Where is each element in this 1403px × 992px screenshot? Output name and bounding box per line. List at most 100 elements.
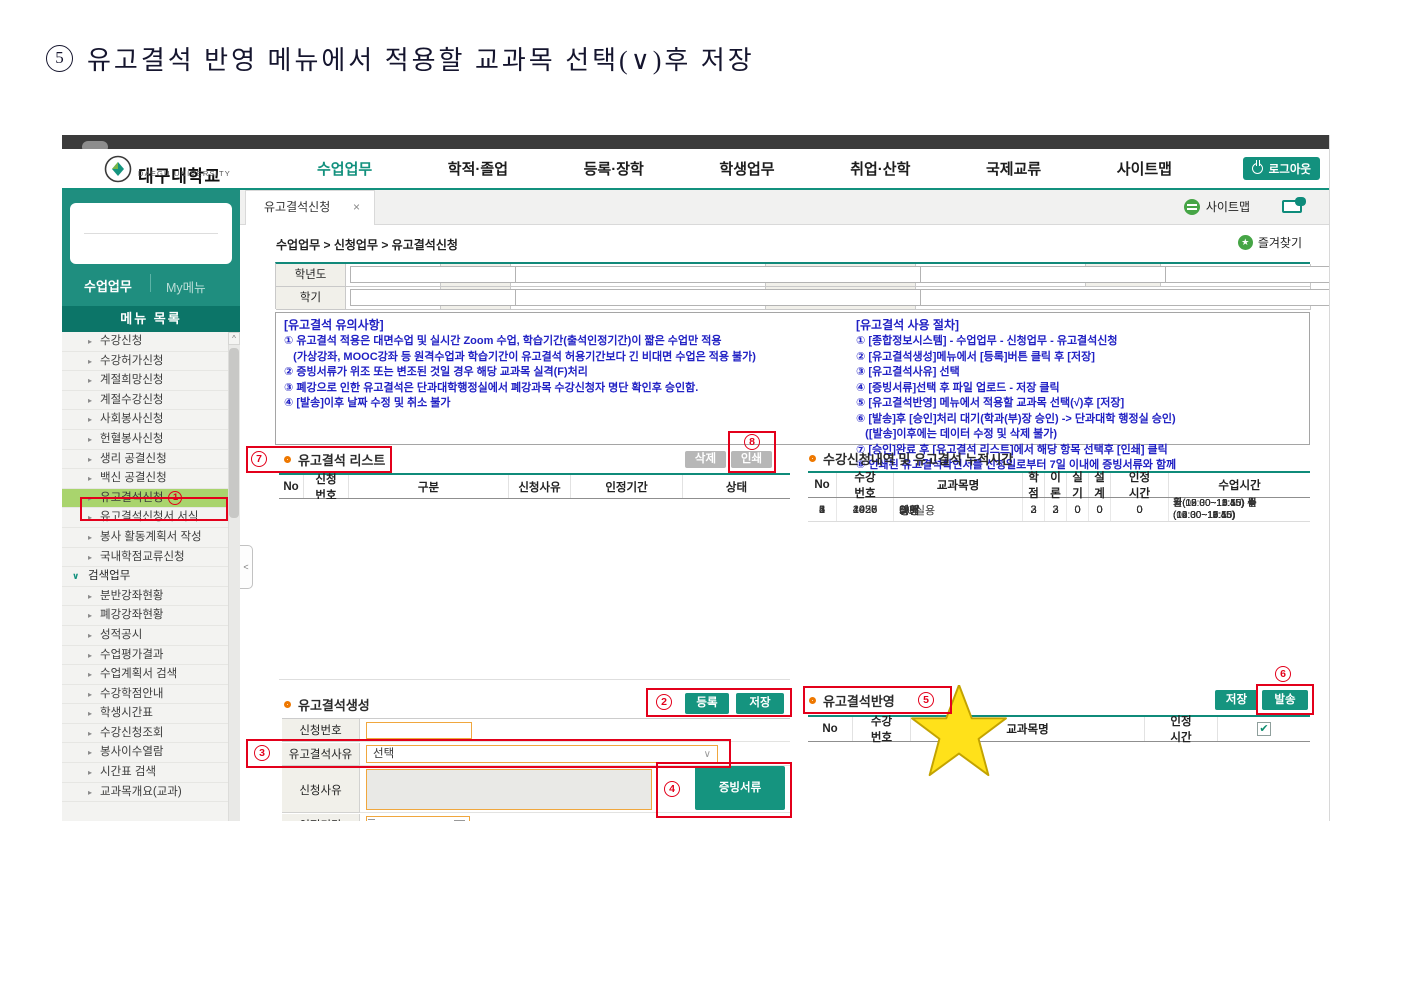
nav-item[interactable]: 국제교류 xyxy=(986,158,1041,179)
evidence-button[interactable]: 증빙서류 xyxy=(695,766,785,810)
sidebar-item[interactable]: ▸ 유고결석신청서 서식 xyxy=(62,508,228,528)
major-input[interactable] xyxy=(920,289,1329,306)
sidebar-item[interactable]: ▸ 봉사이수열람 xyxy=(62,743,228,764)
sidebar-item[interactable]: ▸ 국내학점교류신청 xyxy=(62,548,228,568)
sidebar-item[interactable]: ▸ 백신 공결신청 xyxy=(62,469,228,489)
notice-line: (가상강좌, MOOC강좌 등 원격수업과 학습기간이 유고결석 허용기간보다 … xyxy=(284,350,756,363)
field-name xyxy=(916,264,1329,287)
table-cell: 3 xyxy=(1022,498,1044,522)
sidebar-item-label: 수강허가신청 xyxy=(100,354,164,367)
select-all-checkbox[interactable]: ✔ xyxy=(1257,722,1271,736)
sidebar-item[interactable]: ▸ 계절수강신청 xyxy=(62,391,228,411)
sidebar-item-label: 수강학점안내 xyxy=(100,687,164,700)
nav-item[interactable]: 학생업무 xyxy=(719,158,774,179)
annotation-number-2: 2 xyxy=(656,694,672,710)
sidebar-item[interactable] xyxy=(62,802,228,821)
sidebar-item-label: 국내학점교류신청 xyxy=(100,550,185,563)
sidebar-item[interactable]: ▸ 수강신청조회 xyxy=(62,724,228,744)
nav-item[interactable]: 수업업무 xyxy=(317,158,372,179)
field-major xyxy=(916,287,1329,310)
popup-window-icon[interactable] xyxy=(1282,197,1306,213)
menu-arrow-icon: ▸ xyxy=(88,434,93,444)
sidebar-item[interactable]: ▸ 수강학점안내 xyxy=(62,685,228,705)
sidebar-item[interactable]: ▸ 수업계획서 검색 xyxy=(62,665,228,685)
sidebar-item[interactable]: ▸ 수업평가결과 xyxy=(62,646,228,666)
breadcrumb: 수업업무 > 신청업무 > 유고결석신청 xyxy=(276,238,458,252)
notice-left-title: [유고결석 유의사항] xyxy=(284,318,384,332)
menu-arrow-icon: ▸ xyxy=(88,787,93,797)
site-header: 대구대학교 DAEGU UNIVERSITY 수업업무 학적·졸업 등록·장학 학생업… xyxy=(62,149,1329,188)
sidebar-item-label: 수업평가결과 xyxy=(100,648,164,661)
absence-list-title: 유고결석 리스트 xyxy=(284,450,385,469)
sidebar-item[interactable]: ▸ 교과목개요(교과) xyxy=(62,783,228,803)
reason-type-value: 선택 xyxy=(373,748,395,760)
favorite-star-icon: ★ xyxy=(1237,235,1253,250)
scroll-up-arrow[interactable]: ^ xyxy=(228,332,240,345)
menu-arrow-icon: ▸ xyxy=(88,376,93,386)
sidebar-item[interactable]: ▸ 유고결석신청 1 xyxy=(62,488,228,509)
sidebar-item[interactable]: ▸ 폐강강좌현황 xyxy=(62,606,228,626)
sidebar-item[interactable]: ▸ 헌혈봉사신청 xyxy=(62,430,228,450)
nav-item[interactable]: 사이트맵 xyxy=(1117,158,1172,179)
nav-item[interactable]: 등록·장학 xyxy=(584,158,644,179)
sidebar-item[interactable]: ▸ 분반강좌현황 xyxy=(62,587,228,607)
scrollbar-thumb[interactable] xyxy=(229,348,239,518)
sitemap-link[interactable]: 사이트맵 xyxy=(1183,198,1250,215)
period-end-input[interactable] xyxy=(366,816,470,821)
sidebar-tab-work[interactable]: 수업업무 xyxy=(84,276,132,295)
sidebar-item[interactable]: ▸ 생리 공결신청 xyxy=(62,450,228,470)
page-title-text: 유고결석 반영 메뉴에서 적용할 교과목 선택(∨)후 저장 xyxy=(87,46,755,75)
table-row[interactable]: 6 4026 과학 3 3 0 0 0 금(09:00~10:15) 금(10:30~11:45… xyxy=(808,498,1310,523)
sidebar-item[interactable]: ▸ 사회봉사신청 xyxy=(62,410,228,430)
tab-absence-application[interactable]: 유고결석신청 × xyxy=(245,190,375,225)
logout-button[interactable]: 로그아웃 xyxy=(1242,157,1320,180)
sidebar-collapse-handle[interactable]: < xyxy=(240,545,253,589)
sidebar-tab-mymenu[interactable]: My메뉴 xyxy=(166,277,206,296)
menu-arrow-icon: ▸ xyxy=(88,768,93,778)
university-logo: 대구대학교 DAEGU UNIVERSITY xyxy=(104,154,294,185)
sidebar-item-label: 봉사이수열람 xyxy=(100,746,164,759)
sidebar-item[interactable]: ∨ 검색업무 xyxy=(62,567,228,587)
column-header: ✔ xyxy=(1217,717,1310,741)
sidebar-item[interactable]: ▸ 수강허가신청 xyxy=(62,352,228,372)
delete-button[interactable]: 삭제 xyxy=(685,451,726,468)
field-grade xyxy=(1161,264,1329,287)
column-header: 학 점 xyxy=(1022,472,1044,500)
sidebar-item-label: 성적공시 xyxy=(100,628,143,641)
apply-save-button[interactable]: 저장 xyxy=(1215,690,1258,710)
menu-arrow-icon: ▸ xyxy=(88,728,93,738)
absence-list-header: No 신청 번호 구분 신청사유 인정기간 상태 xyxy=(279,473,790,502)
column-header: 신청사유 xyxy=(508,475,570,498)
enrollment-title-text: 수강신청내역 및 유고결석 누적시간 xyxy=(823,452,1014,467)
sidebar: 수업업무 My메뉴 메뉴 목록 ▸ 수강신청 ▸ 수강허가신청 ▸ 계절희망신청 ▸ 계절수강… xyxy=(62,190,240,821)
menu-arrow-icon: ▸ xyxy=(88,591,93,601)
notice-precautions: [유고결석 유의사항] ① 유고결석 적용은 대면수업 및 실시간 Zoom 수… xyxy=(284,317,854,412)
sidebar-item[interactable]: ▸ 학생시간표 xyxy=(62,704,228,724)
sidebar-item-label: 분반강좌현황 xyxy=(100,589,164,602)
sidebar-item-label: 학생시간표 xyxy=(100,707,153,720)
nav-item[interactable]: 취업·산학 xyxy=(850,158,910,179)
sidebar-item[interactable]: ▸ 시간표 검색 xyxy=(62,763,228,783)
register-button[interactable]: 등록 xyxy=(685,693,729,714)
sidebar-item[interactable]: ▸ 계절희망신청 xyxy=(62,371,228,391)
sidebar-item[interactable]: ▸ 봉사 활동계획서 작성 xyxy=(62,528,228,548)
send-button[interactable]: 발송 xyxy=(1262,690,1308,710)
absence-apply-title-text: 유고결석반영 xyxy=(823,694,895,709)
annotation-number-5: 5 xyxy=(918,692,934,708)
sidebar-item[interactable]: ▸ 성적공시 xyxy=(62,626,228,646)
table-cell: 0 xyxy=(1088,498,1110,522)
apply-no-input[interactable] xyxy=(366,721,472,739)
sidebar-item[interactable]: ▸ 수강신청 xyxy=(62,332,228,352)
column-header: No xyxy=(822,723,838,735)
nav-item[interactable]: 학적·졸업 xyxy=(448,158,508,179)
reason-type-select[interactable]: 선택 ∨ xyxy=(366,745,718,763)
apply-reason-textarea[interactable] xyxy=(366,769,652,810)
tab-close-icon[interactable]: × xyxy=(353,191,360,224)
print-button[interactable]: 인쇄 xyxy=(731,451,772,468)
create-save-button[interactable]: 저장 xyxy=(736,693,784,714)
apply-no-field xyxy=(360,719,790,742)
apply-reason-label: 신청사유 xyxy=(282,767,360,813)
absence-create-title: 유고결석생성 xyxy=(284,695,370,714)
grade-input[interactable] xyxy=(1165,266,1329,283)
favorite-link[interactable]: ★ 즐겨찾기 xyxy=(1237,234,1302,251)
